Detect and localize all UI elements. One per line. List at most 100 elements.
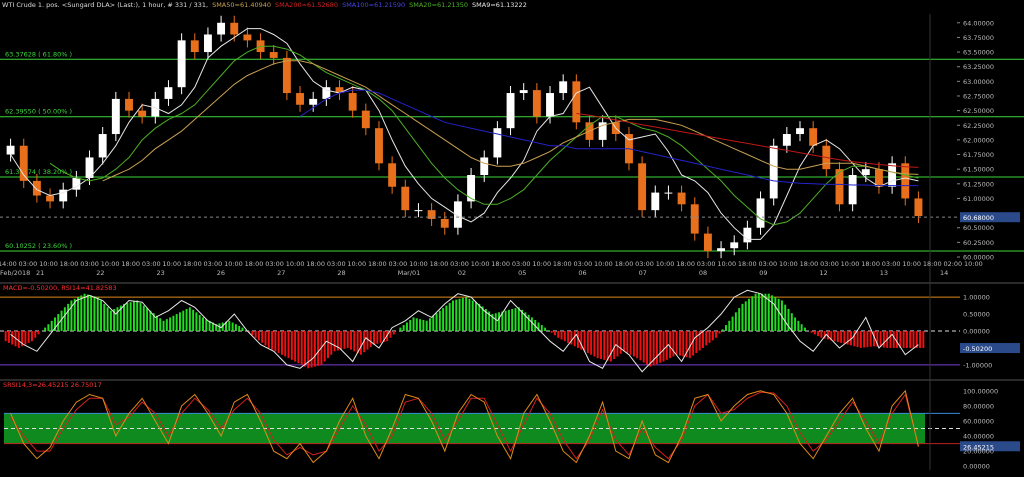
date-axis-label: Feb/2018 (0, 269, 30, 277)
candle-body (756, 198, 765, 228)
time-axis-label: 18:00 (368, 260, 387, 268)
candle-body (506, 93, 515, 129)
candle-body (269, 52, 278, 58)
candle-body (769, 145, 778, 199)
time-axis-label: 03:00 (327, 260, 346, 268)
candle-body (559, 81, 568, 94)
sma9-label: SMA9=61.13222 (472, 1, 527, 9)
price-axis-label: 62.00000 (963, 136, 994, 144)
sma50-label: SMA50=61.40940 (212, 1, 271, 9)
time-axis-label: 18:00 (553, 260, 572, 268)
trading-chart[interactable]: 63.37628 ( 61.80% ) 62.39550 ( 50.00% ) 61… (0, 0, 1024, 477)
price-axis-label: 63.25000 (963, 63, 994, 71)
candle-body (190, 40, 199, 53)
candle-body (98, 134, 107, 158)
time-axis-label: 10:00 (162, 260, 181, 268)
candle-body (480, 157, 489, 176)
candle-body (164, 87, 173, 99)
time-axis-label: 03:00 (820, 260, 839, 268)
time-axis-label: 10:00 (471, 260, 490, 268)
price-axis-label: 61.00000 (963, 195, 994, 203)
last-price-label: 60.68000 (963, 214, 994, 222)
time-axis-label: 03:00 (19, 260, 38, 268)
time-axis-label: 10:00 (409, 260, 428, 268)
time-axis-label: 18:00 (738, 260, 757, 268)
time-axis-label: 03:00 (265, 260, 284, 268)
srsi-axis-label: 80.00000 (963, 402, 994, 410)
date-axis-label: 06 (578, 269, 586, 277)
srsi-panel-title: SRSI14,3=26.45215 26.75017 (3, 381, 102, 389)
date-axis-label: 28 (337, 269, 345, 277)
candle-body (546, 93, 554, 117)
price-axis-label: 63.75000 (963, 34, 994, 42)
candle-body (743, 227, 752, 243)
candle-body (177, 40, 186, 88)
candle-body (888, 163, 897, 187)
price-axis-label: 61.25000 (963, 180, 994, 188)
time-axis-label: 18:00 (183, 260, 202, 268)
candle-body (848, 175, 857, 205)
date-axis-label: 13 (880, 269, 888, 277)
candle-body (875, 169, 883, 187)
date-axis-label: Mar/01 (398, 269, 421, 277)
candle-body (388, 163, 397, 187)
sma100-label: SMA100=61.21590 (342, 1, 406, 9)
price-axis-label: 61.75000 (963, 151, 994, 159)
date-axis-label: 27 (277, 269, 285, 277)
date-axis-label: 09 (759, 269, 767, 277)
macd-axis-label: -1.00000 (963, 361, 992, 369)
time-axis-label: 03:00 (80, 260, 99, 268)
candle-body (243, 34, 252, 41)
candle-body (914, 198, 923, 217)
time-axis-label: 03:00 (697, 260, 716, 268)
candle-body (809, 128, 818, 146)
candle-body (111, 98, 120, 135)
macd-axis-label: 0.00000 (963, 328, 990, 336)
time-axis-label: 10:00 (594, 260, 613, 268)
time-axis-label: 03:00 (882, 260, 901, 268)
fib-level-label: 60.10252 ( 23.60% ) (5, 242, 72, 250)
time-axis-label: 18:00 (861, 260, 880, 268)
price-axis-label: 60.50000 (963, 224, 994, 232)
candle-body (309, 98, 318, 105)
time-axis-label: 18:00 (306, 260, 325, 268)
candle-body (519, 90, 528, 94)
time-axis-label: 10:00 (779, 260, 798, 268)
price-axis-label: 60.25000 (963, 239, 994, 247)
time-axis-label: 18:00 (60, 260, 79, 268)
time-axis-label: 10:00 (717, 260, 736, 268)
srsi-axis-label: 20.00000 (963, 448, 994, 456)
candle-body (493, 128, 502, 158)
date-axis-label: 07 (639, 269, 647, 277)
time-axis-label: 10:00 (39, 260, 58, 268)
candle-body (32, 180, 41, 196)
time-axis-label: 10:00 (841, 260, 860, 268)
time-axis-label: 18:00 (121, 260, 140, 268)
candle-body (440, 218, 449, 228)
time-axis-label: 18:00 (923, 260, 942, 268)
candle-body (348, 93, 357, 111)
candle-body (532, 90, 541, 117)
date-axis-label: 14 (940, 269, 948, 277)
time-axis-label: 03:00 (512, 260, 531, 268)
time-axis-label: 03:00 (389, 260, 408, 268)
time-axis-label: 03:00 (758, 260, 777, 268)
time-axis-label: 18:00 (800, 260, 819, 268)
date-axis-label: 21 (36, 269, 44, 277)
candle-body (138, 110, 147, 117)
time-axis-label: 18:00 (491, 260, 510, 268)
candle-body (796, 128, 804, 135)
time-axis-label: 18:00 (430, 260, 449, 268)
time-axis-label: 10:00 (286, 260, 305, 268)
srsi-axis-label: 40.00000 (963, 433, 994, 441)
macd-axis-label: 1.00000 (963, 294, 990, 302)
fib-level-label: 61.36574 ( 38.20% ) (5, 168, 72, 176)
candle-body (203, 34, 212, 53)
time-axis-label: 10:00 (101, 260, 120, 268)
candle-body (401, 186, 410, 211)
sma20-label: SMA20=61.21350 (409, 1, 469, 9)
date-axis-label: 02 (458, 269, 466, 277)
date-axis-label: 26 (217, 269, 225, 277)
macd-panel-title: MACD=-0.50200, RSI14=41.82583 (3, 284, 117, 292)
time-axis-label: 10:00 (964, 260, 983, 268)
